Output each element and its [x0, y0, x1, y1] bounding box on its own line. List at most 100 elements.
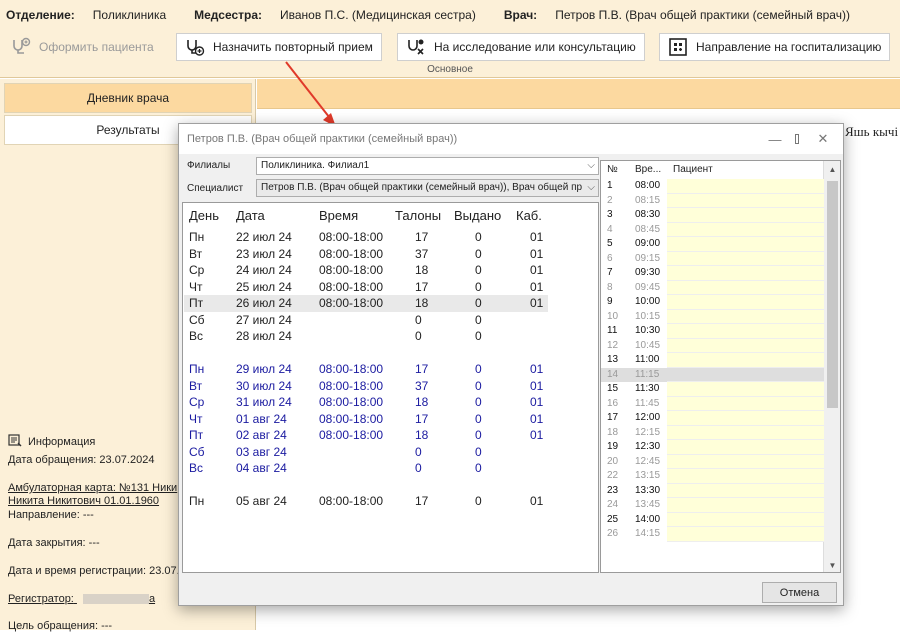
cell-day[interactable]: Сб — [189, 313, 205, 327]
cell-day[interactable]: Чт — [189, 280, 203, 294]
cell-tickets[interactable]: 17 — [415, 362, 428, 376]
cell-date[interactable]: 03 авг 24 — [236, 445, 287, 459]
cell-day[interactable]: Вт — [189, 247, 202, 261]
tab-doctor-diary[interactable]: Дневник врача — [4, 83, 252, 113]
slot-row[interactable]: 3 08:30 — [601, 208, 824, 223]
slot-patient-cell[interactable] — [667, 498, 824, 513]
cell-tickets[interactable]: 37 — [415, 247, 428, 261]
cell-issued[interactable]: 0 — [475, 247, 482, 261]
cell-date[interactable]: 31 июл 24 — [236, 395, 292, 409]
slot-row[interactable]: 15 11:30 — [601, 382, 824, 397]
cell-time[interactable]: 08:00-18:00 — [319, 412, 383, 426]
slot-patient-cell[interactable] — [667, 353, 824, 368]
slot-patient-cell[interactable] — [667, 179, 824, 194]
cell-tickets[interactable]: 0 — [415, 313, 422, 327]
cell-date[interactable]: 04 авг 24 — [236, 461, 287, 475]
slot-patient-cell[interactable] — [667, 454, 824, 469]
cell-time[interactable]: 08:00-18:00 — [319, 428, 383, 442]
register-patient-button[interactable]: Оформить пациента — [2, 33, 163, 61]
scroll-up-icon[interactable]: ▲ — [824, 161, 840, 178]
cell-room[interactable]: 01 — [530, 362, 543, 376]
cell-date[interactable]: 26 июл 24 — [236, 296, 292, 310]
cell-day[interactable]: Пн — [189, 494, 204, 508]
maximize-button[interactable] — [755, 124, 799, 154]
cell-day[interactable]: Пт — [189, 296, 203, 310]
slot-patient-cell[interactable] — [667, 411, 824, 426]
cell-day[interactable]: Пн — [189, 362, 204, 376]
branch-select[interactable]: Поликлиника. Филиал1 ⌵ — [256, 157, 599, 175]
cell-issued[interactable]: 0 — [475, 428, 482, 442]
cell-date[interactable]: 02 авг 24 — [236, 428, 287, 442]
slot-patient-cell[interactable] — [667, 193, 824, 208]
slot-patient-cell[interactable] — [667, 222, 824, 237]
cell-time[interactable]: 08:00-18:00 — [319, 395, 383, 409]
close-button[interactable]: ✕ — [801, 124, 845, 154]
cell-tickets[interactable]: 0 — [415, 461, 422, 475]
slot-row[interactable]: 25 14:00 — [601, 512, 824, 527]
slot-row[interactable]: 13 11:00 — [601, 353, 824, 368]
cell-day[interactable]: Вт — [189, 379, 202, 393]
cell-time[interactable]: 08:00-18:00 — [319, 247, 383, 261]
slot-row[interactable]: 4 08:45 — [601, 222, 824, 237]
cell-day[interactable]: Вс — [189, 329, 203, 343]
cell-room[interactable]: 01 — [530, 263, 543, 277]
slot-patient-cell[interactable] — [667, 251, 824, 266]
cell-tickets[interactable]: 17 — [415, 494, 428, 508]
cell-day[interactable]: Пн — [189, 230, 204, 244]
cell-day[interactable]: Ср — [189, 263, 204, 277]
slot-row[interactable]: 26 14:15 — [601, 527, 824, 542]
slot-row[interactable]: 16 11:45 — [601, 396, 824, 411]
schedule-grid[interactable]: День Дата Время Талоны Выдано Каб. Пн 22 … — [182, 202, 599, 573]
slot-scrollbar[interactable]: ▲ ▼ — [823, 161, 840, 572]
slot-patient-cell[interactable] — [667, 295, 824, 310]
repeat-appointment-button[interactable]: Назначить повторный прием — [176, 33, 382, 61]
cell-tickets[interactable]: 17 — [415, 412, 428, 426]
slot-row[interactable]: 2 08:15 — [601, 193, 824, 208]
cell-date[interactable]: 24 июл 24 — [236, 263, 292, 277]
cell-issued[interactable]: 0 — [475, 494, 482, 508]
cell-tickets[interactable]: 18 — [415, 395, 428, 409]
cell-room[interactable]: 01 — [530, 412, 543, 426]
slot-row[interactable]: 1 08:00 — [601, 179, 824, 194]
cell-room[interactable]: 01 — [530, 230, 543, 244]
slot-row[interactable]: 24 13:45 — [601, 498, 824, 513]
cell-date[interactable]: 23 июл 24 — [236, 247, 292, 261]
cell-time[interactable]: 08:00-18:00 — [319, 379, 383, 393]
cell-date[interactable]: 05 авг 24 — [236, 494, 287, 508]
cell-issued[interactable]: 0 — [475, 412, 482, 426]
cell-time[interactable]: 08:00-18:00 — [319, 296, 383, 310]
slot-row[interactable]: 20 12:45 — [601, 454, 824, 469]
cell-time[interactable]: 08:00-18:00 — [319, 362, 383, 376]
cell-issued[interactable]: 0 — [475, 313, 482, 327]
cell-tickets[interactable]: 17 — [415, 230, 428, 244]
cell-time[interactable]: 08:00-18:00 — [319, 263, 383, 277]
cell-time[interactable]: 08:00-18:00 — [319, 494, 383, 508]
cell-day[interactable]: Чт — [189, 412, 203, 426]
cell-issued[interactable]: 0 — [475, 263, 482, 277]
slot-row[interactable]: 12 10:45 — [601, 338, 824, 353]
specialist-select[interactable]: Петров П.В. (Врач общей практики (семейн… — [256, 179, 599, 197]
time-slot-list[interactable]: № Вре... Пациент ▲ ▼ 1 08:00 2 08:15 3 08:30 4… — [600, 160, 841, 573]
slot-row[interactable]: 14 11:15 — [601, 367, 824, 382]
slot-patient-cell[interactable] — [667, 266, 824, 281]
slot-row[interactable]: 23 13:30 — [601, 483, 824, 498]
slot-row[interactable]: 6 09:15 — [601, 251, 824, 266]
cell-issued[interactable]: 0 — [475, 280, 482, 294]
slot-patient-cell[interactable] — [667, 382, 824, 397]
cell-issued[interactable]: 0 — [475, 461, 482, 475]
cancel-button[interactable]: Отмена — [762, 582, 837, 603]
cell-room[interactable]: 01 — [530, 494, 543, 508]
cell-issued[interactable]: 0 — [475, 296, 482, 310]
slot-patient-cell[interactable] — [667, 425, 824, 440]
cell-room[interactable]: 01 — [530, 395, 543, 409]
cell-issued[interactable]: 0 — [475, 379, 482, 393]
slot-patient-cell[interactable] — [667, 512, 824, 527]
cell-date[interactable]: 25 июл 24 — [236, 280, 292, 294]
slot-patient-cell[interactable] — [667, 527, 824, 542]
slot-row[interactable]: 18 12:15 — [601, 425, 824, 440]
cell-tickets[interactable]: 37 — [415, 379, 428, 393]
slot-patient-cell[interactable] — [667, 280, 824, 295]
slot-row[interactable]: 17 12:00 — [601, 411, 824, 426]
slot-patient-cell[interactable] — [667, 396, 824, 411]
cell-date[interactable]: 22 июл 24 — [236, 230, 292, 244]
